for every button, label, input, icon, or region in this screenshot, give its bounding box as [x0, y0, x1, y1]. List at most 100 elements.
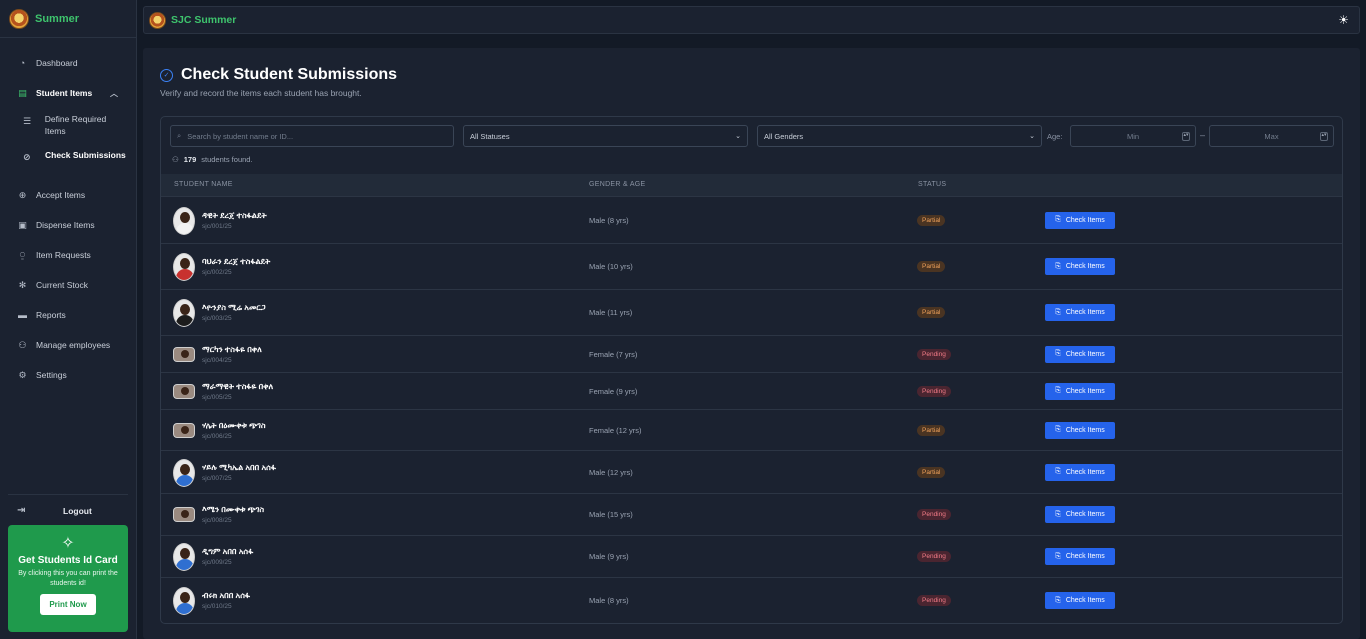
- student-id: sjc/010/25: [202, 603, 232, 610]
- student-gender-age: Male (8 yrs): [589, 596, 629, 605]
- sidebar-item-settings[interactable]: ⚙ Settings: [0, 360, 136, 390]
- check-items-label: Check Items: [1065, 597, 1105, 604]
- student-gender-age: Male (8 yrs): [589, 215, 629, 225]
- check-items-button[interactable]: ⎘ Check Items: [1045, 463, 1115, 481]
- sidebar-item-student-items[interactable]: ▤ Student Items ︿: [0, 78, 136, 108]
- student-name: ማራማዊት ተስፋዬ በቀለ: [202, 381, 274, 391]
- users-icon: ⚇: [172, 155, 179, 164]
- brand[interactable]: Summer: [0, 0, 136, 38]
- results-count-number: 179: [183, 155, 197, 164]
- sidebar-subitem-label: Define Required Items: [44, 114, 107, 136]
- sidebar-item-label: Current Stock: [36, 280, 88, 290]
- check-items-button[interactable]: ⎘ Check Items: [1045, 592, 1115, 609]
- check-circle-icon: ⊘: [23, 152, 31, 162]
- page-subtitle: Verify and record the items each student…: [160, 88, 362, 98]
- table-row: ማርካን ተስፋዬ በቀለ sjc/004/25 Female (7 yrs) Pen…: [161, 335, 1342, 372]
- box-icon: ▤: [18, 87, 27, 98]
- table-row: ሃይሉ ሚካኤል አበበ አሰፋ sjc/007/25 Male (12 yrs) P…: [161, 450, 1342, 493]
- sidebar-item-current-stock[interactable]: ✻ Current Stock: [0, 270, 136, 300]
- student-id: sjc/007/25: [202, 474, 232, 482]
- check-circle-icon: ✓: [160, 68, 173, 82]
- sidebar-subitem-check-submissions[interactable]: ⊘ Check Submissions: [0, 144, 136, 180]
- check-items-button[interactable]: ⎘ Check Items: [1045, 345, 1115, 363]
- column-header-name: STUDENT NAME: [174, 181, 233, 188]
- search-icon: ⌕: [177, 131, 182, 140]
- chevron-up-icon[interactable]: ︿: [110, 88, 118, 99]
- sidebar-item-dashboard[interactable]: ◔ Dashboard: [0, 48, 136, 78]
- search-input[interactable]: ⌕ Search by student name or ID...: [170, 125, 454, 147]
- sparkles-icon: ✧: [61, 535, 75, 552]
- student-name: ማርካን ተስፋዬ በቀለ: [202, 344, 262, 354]
- clipboard-icon: ⎘: [1055, 426, 1061, 433]
- check-items-button[interactable]: ⎘ Check Items: [1045, 548, 1115, 565]
- logout-icon: ⇥: [17, 505, 26, 516]
- student-gender-age: Female (9 yrs): [589, 386, 638, 396]
- status-select[interactable]: All Statuses ⌄: [463, 125, 748, 147]
- clipboard-icon: ⎘: [1055, 552, 1061, 560]
- school-logo-icon: [9, 8, 29, 29]
- clipboard-icon: ⎘: [1055, 350, 1061, 357]
- dispense-icon: ▣: [18, 219, 27, 230]
- student-gender-age: Male (9 yrs): [589, 552, 629, 561]
- student-gender-age: Male (11 yrs): [589, 308, 633, 317]
- table-row: ባህራን ደረጀ ተስፋልደት sjc/002/25 Male (10 yrs) Pa…: [161, 243, 1342, 289]
- sidebar-item-label: Student Items: [36, 88, 93, 98]
- age-max-input[interactable]: Max ▴▾: [1209, 125, 1334, 147]
- stepper-icon[interactable]: ▴▾: [1320, 132, 1328, 141]
- sidebar-item-label: Dispense Items: [36, 220, 95, 230]
- logout-label: Logout: [63, 505, 92, 516]
- status-select-value: All Statuses: [470, 131, 510, 141]
- check-items-button[interactable]: ⎘ Check Items: [1045, 304, 1115, 321]
- status-badge: Partial: [917, 214, 946, 226]
- check-items-button[interactable]: ⎘ Check Items: [1045, 258, 1115, 275]
- submissions-card: ⌕ Search by student name or ID... All St…: [160, 116, 1343, 624]
- clipboard-icon: ⎘: [1055, 262, 1061, 270]
- check-items-button[interactable]: ⎘ Check Items: [1045, 421, 1115, 439]
- check-items-button[interactable]: ⎘ Check Items: [1045, 211, 1115, 229]
- check-items-label: Check Items: [1065, 387, 1105, 395]
- student-name: እሜን በሙቀቱ ጭገስ: [202, 505, 265, 514]
- student-avatar: [173, 206, 195, 235]
- id-card-promo: ✧ Get Students Id Card By clicking this …: [8, 525, 128, 632]
- theme-toggle-sun-icon[interactable]: ☀: [1338, 13, 1349, 27]
- sidebar-item-dispense-items[interactable]: ▣ Dispense Items: [0, 210, 136, 240]
- student-id: sjc/001/25: [202, 222, 232, 230]
- gender-select[interactable]: All Genders ⌄: [757, 125, 1042, 147]
- sidebar-item-item-requests[interactable]: ⍜ Item Requests: [0, 240, 136, 270]
- student-id: sjc/002/25: [202, 269, 232, 276]
- stepper-icon[interactable]: ▴▾: [1182, 132, 1190, 141]
- sidebar-subitem-define-required-items[interactable]: ☰ Define Required Items: [0, 108, 136, 144]
- promo-description: By clicking this you can print the stude…: [18, 570, 118, 587]
- sidebar-item-reports[interactable]: ▬ Reports: [0, 300, 136, 330]
- print-now-button[interactable]: Print Now: [40, 594, 96, 615]
- status-badge: Pending: [917, 385, 951, 397]
- student-gender-age: Female (12 yrs): [589, 425, 642, 435]
- sidebar: Summer ◔ Dashboard ▤ Student Items ︿ ☰ D…: [0, 0, 137, 639]
- age-label: Age:: [1047, 132, 1063, 141]
- student-gender-age: Male (12 yrs): [589, 467, 633, 477]
- table-row: ዳዊት ደረጀ ተስፋልደት sjc/001/25 Male (8 yrs) Part…: [161, 196, 1342, 243]
- report-icon: ▬: [18, 309, 27, 320]
- student-name: እዮንያስ ሚሬ አመርጋ: [202, 303, 266, 312]
- sidebar-item-accept-items[interactable]: ⊕ Accept Items: [0, 180, 136, 210]
- age-min-input[interactable]: Min ▴▾: [1070, 125, 1196, 147]
- sidebar-nav: ◔ Dashboard ▤ Student Items ︿ ☰ Define R…: [0, 38, 136, 390]
- table-row: ሃሌት በዕሙቀቱ ጭገስ sjc/006/25 Female (12 yrs) Pa…: [161, 409, 1342, 450]
- logout-button[interactable]: ⇥ Logout: [17, 505, 127, 516]
- sidebar-subitem-label: Check Submissions: [45, 150, 126, 160]
- student-name: ሃሌት በዕሙቀቱ ጭገስ: [202, 420, 266, 430]
- check-items-label: Check Items: [1065, 553, 1105, 560]
- table-row: ዲግም አበበ አሰፋ sjc/009/25 Male (9 yrs) Pending…: [161, 535, 1342, 577]
- clipboard-icon: ⎘: [1055, 216, 1061, 223]
- check-items-button[interactable]: ⎘ Check Items: [1045, 382, 1115, 400]
- brand-name: Summer: [35, 12, 80, 25]
- check-items-label: Check Items: [1065, 511, 1105, 518]
- check-items-button[interactable]: ⎘ Check Items: [1045, 506, 1115, 523]
- sidebar-item-manage-employees[interactable]: ⚇ Manage employees: [0, 330, 136, 360]
- student-avatar: [173, 346, 195, 362]
- check-items-label: Check Items: [1065, 350, 1105, 358]
- clipboard-icon: ⎘: [1055, 468, 1061, 475]
- student-avatar: [173, 299, 195, 327]
- sidebar-item-label: Settings: [36, 370, 67, 380]
- sidebar-item-label: Reports: [36, 310, 66, 320]
